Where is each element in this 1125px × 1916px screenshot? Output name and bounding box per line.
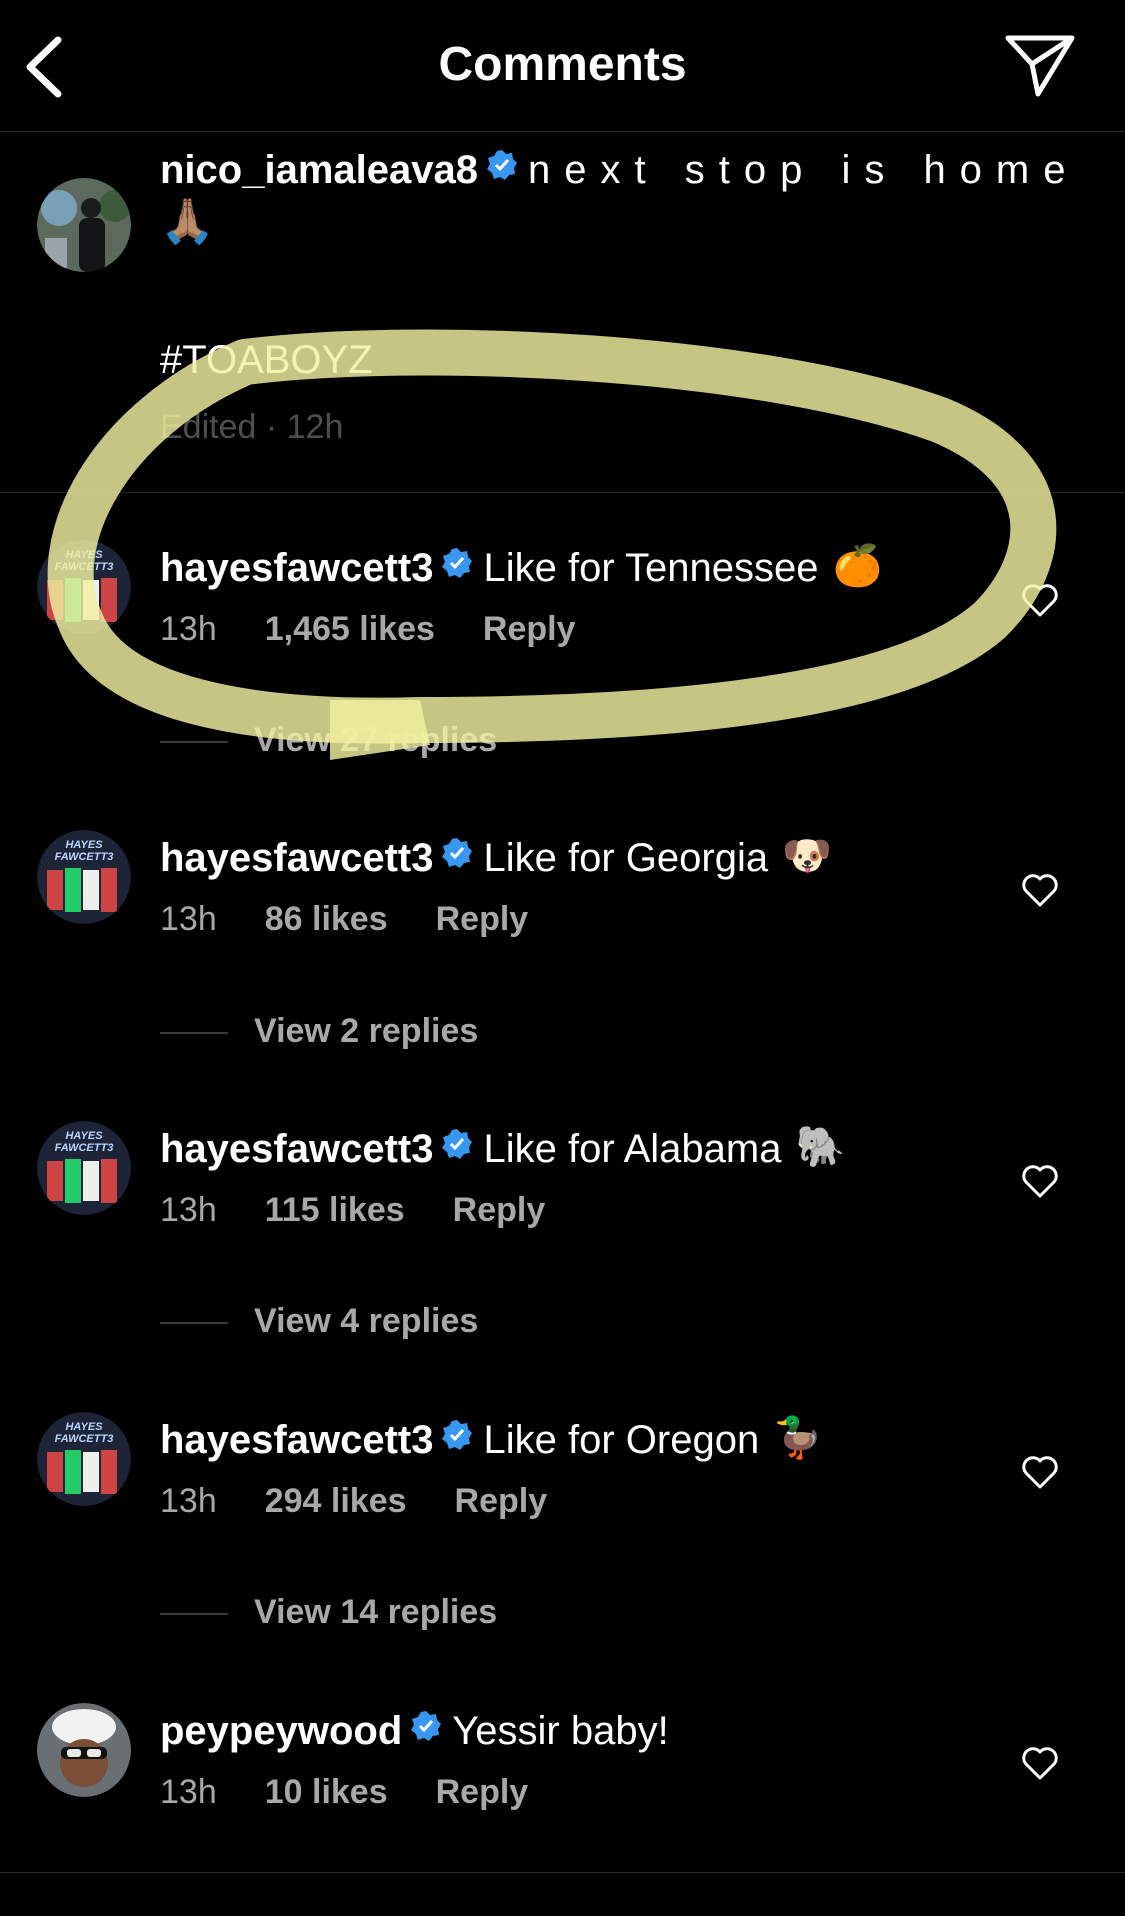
svg-text:FAWCETT3: FAWCETT3 — [55, 561, 114, 573]
svg-text:FAWCETT3: FAWCETT3 — [55, 1142, 114, 1154]
comment-item: HAYES FAWCETT3 hayesfawcett3 Like for Geo… — [0, 830, 1125, 990]
divider — [0, 1872, 1125, 1873]
caption-meta: Edited · 12h — [160, 408, 344, 446]
comment-text: Like for Alabama — [483, 1127, 782, 1171]
reply-button[interactable]: Reply — [453, 1191, 546, 1229]
svg-text:HAYES: HAYES — [65, 1130, 103, 1142]
verified-badge-icon — [441, 538, 473, 594]
duck-emoji-icon: 🦆 — [773, 1416, 823, 1461]
verified-badge-icon — [441, 1410, 473, 1466]
view-replies-button[interactable]: View 14 replies — [160, 1589, 497, 1635]
comment-username[interactable]: hayesfawcett3 — [160, 546, 433, 590]
comment-likes[interactable]: 10 likes — [265, 1773, 388, 1811]
elephant-emoji-icon: 🐘 — [795, 1125, 846, 1170]
reply-button[interactable]: Reply — [436, 1773, 529, 1811]
page-title: Comments — [438, 38, 687, 91]
comment-username[interactable]: hayesfawcett3 — [160, 836, 433, 880]
divider — [160, 1322, 228, 1325]
comment-likes[interactable]: 115 likes — [265, 1191, 405, 1229]
divider — [160, 1032, 228, 1035]
share-button[interactable] — [1002, 30, 1078, 100]
heart-icon[interactable] — [1020, 1452, 1060, 1492]
verified-badge-icon — [441, 1119, 473, 1175]
heart-icon[interactable] — [1020, 1161, 1060, 1201]
divider — [160, 1613, 228, 1616]
comment-time: 13h — [160, 1773, 217, 1811]
svg-text:FAWCETT3: FAWCETT3 — [55, 1433, 114, 1445]
svg-text:HAYES: HAYES — [65, 839, 103, 851]
avatar[interactable]: HAYES FAWCETT3 — [37, 1121, 131, 1215]
avatar[interactable]: HAYES FAWCETT3 — [37, 1412, 131, 1506]
avatar[interactable]: HAYES FAWCETT3 — [37, 540, 131, 634]
heart-icon[interactable] — [1020, 1743, 1060, 1783]
comment-item: HAYES FAWCETT3 hayesfawcett3 Like for Ala… — [0, 1121, 1125, 1281]
caption-hashtag[interactable]: #TOABOYZ — [160, 332, 373, 388]
comment-username[interactable]: hayesfawcett3 — [160, 1127, 433, 1171]
comment-item: HAYES FAWCETT3 hayesfawcett3 Like for Ore… — [0, 1412, 1125, 1572]
heart-icon[interactable] — [1020, 870, 1060, 910]
comment-likes[interactable]: 86 likes — [265, 900, 388, 938]
comment-likes[interactable]: 294 likes — [265, 1482, 407, 1520]
caption-text: next stop is home — [528, 148, 1080, 192]
heart-icon[interactable] — [1020, 580, 1060, 620]
view-replies-button[interactable]: View 2 replies — [160, 1008, 478, 1054]
svg-text:HAYES: HAYES — [65, 549, 103, 561]
comment-text: Like for Tennessee — [483, 546, 819, 590]
comment-time: 13h — [160, 1482, 217, 1520]
comment-username[interactable]: peypeywood — [160, 1709, 402, 1753]
orange-emoji-icon: 🍊 — [832, 544, 883, 589]
verified-badge-icon — [486, 140, 518, 196]
svg-text:HAYES: HAYES — [65, 1421, 103, 1433]
caption-emoji: 🙏🏽 — [160, 197, 215, 246]
comment-text: Like for Georgia — [483, 836, 769, 880]
caption-username[interactable]: nico_iamaleava8 — [160, 148, 478, 192]
comment-time: 13h — [160, 900, 217, 938]
reply-button[interactable]: Reply — [483, 610, 576, 648]
avatar[interactable]: HAYES FAWCETT3 — [37, 830, 131, 924]
comment-text: Yessir baby! — [452, 1709, 669, 1753]
paper-plane-icon — [1005, 35, 1075, 97]
comment-likes[interactable]: 1,465 likes — [265, 610, 435, 648]
comment-username[interactable]: hayesfawcett3 — [160, 1418, 433, 1462]
post-caption: nico_iamaleava8 next stop is home 🙏🏽 #TOA… — [0, 132, 1125, 493]
avatar[interactable] — [37, 1703, 131, 1797]
comment-time: 13h — [160, 1191, 217, 1229]
comment-item: HAYES FAWCETT3 hayesfawcett3 Like for Ten… — [0, 540, 1125, 700]
verified-badge-icon — [441, 828, 473, 884]
avatar[interactable] — [37, 178, 131, 272]
comment-text: Like for Oregon — [483, 1418, 760, 1462]
view-replies-button[interactable]: View 4 replies — [160, 1298, 478, 1344]
divider — [160, 741, 228, 744]
reply-button[interactable]: Reply — [436, 900, 529, 938]
comment-time: 13h — [160, 610, 217, 648]
verified-badge-icon — [410, 1701, 442, 1757]
svg-text:FAWCETT3: FAWCETT3 — [55, 851, 114, 863]
dog-emoji-icon: 🐶 — [782, 834, 832, 879]
view-replies-button[interactable]: View 27 replies — [160, 717, 497, 763]
comment-item: peypeywood Yessir baby! 13h 10 likes Reply — [0, 1703, 1125, 1863]
reply-button[interactable]: Reply — [455, 1482, 548, 1520]
header-bar: Comments — [0, 0, 1125, 132]
